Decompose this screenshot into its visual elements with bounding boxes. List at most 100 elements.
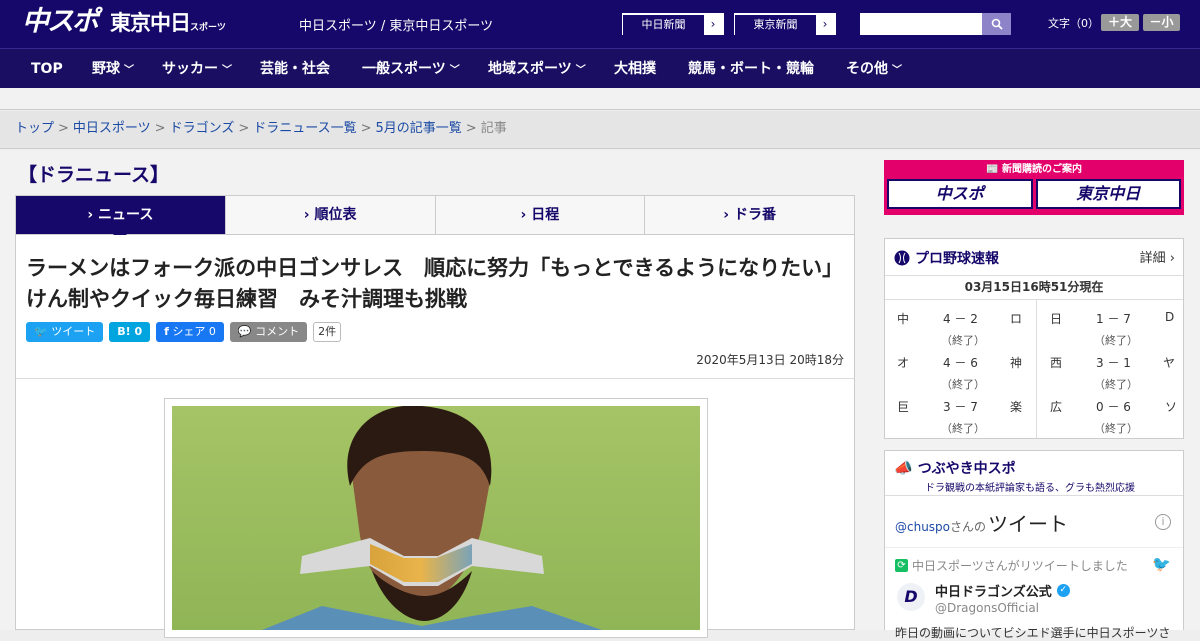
subscribe-tokyo-chunichi-button[interactable]: 東京中日 — [1035, 179, 1181, 209]
breadcrumb-top[interactable]: トップ — [15, 121, 54, 136]
nav-other[interactable]: その他 ﹀ — [846, 49, 902, 89]
breadcrumb-separator: > — [58, 121, 69, 136]
nav-baseball-label: 野球 — [92, 61, 120, 77]
tweet-account[interactable]: 中日ドラゴンズ公式 ✓ — [935, 581, 1070, 600]
hatena-icon: B! — [117, 325, 131, 338]
game-status: （終了） — [941, 378, 985, 391]
breadcrumb-dragons[interactable]: ドラゴンズ — [170, 121, 235, 136]
nav-baseball[interactable]: 野球 ﹀ — [92, 49, 134, 89]
twitter-panel-title: つぶやき中スポ — [917, 461, 1016, 477]
info-icon[interactable]: i — [1155, 514, 1171, 530]
facebook-share-count: 0 — [208, 325, 216, 338]
score: 3 － 1 — [1096, 356, 1131, 370]
tab-dora-ban[interactable]: › ドラ番 — [645, 196, 854, 234]
nav-soccer[interactable]: サッカー ﹀ — [162, 49, 232, 89]
twitter-panel-subtitle: ドラ観戦の本紙評論家も語る、グラも熱烈応援 — [925, 483, 1135, 494]
tab-dora-ban-label: ドラ番 — [733, 207, 776, 223]
score: 0 － 6 — [1096, 400, 1131, 414]
font-size-label: 文字（0） — [1048, 17, 1099, 30]
player-photo-image — [172, 406, 700, 630]
nav-entertainment[interactable]: 芸能・社会 — [260, 49, 330, 89]
breadcrumb: トップ > 中日スポーツ > ドラゴンズ > ドラニュース一覧 >5月の記事一覧 > 記事 — [0, 111, 1200, 149]
tab-standings[interactable]: › 順位表 — [226, 196, 436, 234]
sub-nav-strip — [0, 88, 1200, 110]
away-team: D — [1165, 310, 1175, 324]
away-team: 楽 — [1010, 400, 1023, 414]
hatena-bookmark-button[interactable]: B! 0 — [109, 322, 151, 342]
breadcrumb-separator: > — [238, 121, 250, 136]
home-team: 広 — [1050, 400, 1063, 414]
nav-racing[interactable]: 競馬・ボート・競輪 — [688, 49, 814, 89]
avatar[interactable]: D — [897, 583, 925, 611]
nav-top[interactable]: TOP — [31, 49, 63, 89]
tokyo-shimbun-link[interactable]: 東京新聞 › — [734, 13, 836, 35]
chevron-right-icon: › — [822, 17, 828, 31]
breadcrumb-dora-news[interactable]: ドラニュース一覧 — [253, 121, 356, 136]
nav-soccer-label: サッカー — [162, 61, 218, 77]
chuspo-logo[interactable]: 中スポ — [22, 5, 99, 39]
nav-local-sports[interactable]: 地域スポーツ ﹀ — [488, 49, 586, 89]
chevron-down-icon: ﹀ — [222, 65, 232, 76]
chevron-down-icon: ﹀ — [449, 65, 460, 76]
game-status: （終了） — [941, 422, 985, 435]
subscription-banner[interactable]: 📰 新聞購読のご案内 中スポ 東京中日 — [884, 160, 1184, 215]
breadcrumb-current: 記事 — [480, 121, 507, 136]
tokyo-logo-sub: スポーツ — [190, 23, 226, 33]
facebook-share-button[interactable]: f シェア 0 — [156, 322, 224, 342]
font-smaller-button[interactable]: －小 — [1143, 14, 1180, 31]
twitter-tweets-label: ツイート — [988, 512, 1069, 536]
subscribe-chuspo-button[interactable]: 中スポ — [887, 179, 1033, 209]
section-title: 【ドラニュース】 — [18, 164, 170, 186]
comment-count[interactable]: 2件 — [313, 322, 342, 342]
tweet-button[interactable]: 🐦 ツイート — [26, 322, 104, 342]
search-button[interactable] — [982, 13, 1011, 35]
tweet-label: ツイート — [51, 325, 96, 338]
baseball-detail-label: 詳細 — [1139, 251, 1166, 266]
score: 4 － 2 — [943, 312, 978, 326]
newspaper-icon: 📰 — [986, 164, 999, 175]
tokyo-logo-text: 東京中日 — [110, 11, 191, 35]
tab-schedule[interactable]: › 日程 — [436, 196, 646, 234]
home-team: 中 — [897, 312, 910, 326]
chevron-down-icon: ﹀ — [575, 65, 586, 76]
tokyo-chunichi-logo[interactable]: 東京中日スポーツ — [110, 9, 226, 42]
score: 4 － 6 — [943, 356, 978, 370]
twitter-handle-link[interactable]: @chuspo — [895, 520, 950, 534]
baseball-detail-link[interactable]: 詳細 › — [1140, 247, 1175, 266]
chevron-right-icon: › — [1169, 251, 1175, 266]
breadcrumb-chunichi-sports[interactable]: 中日スポーツ — [73, 121, 151, 136]
twitter-handle-suffix: さんの — [950, 520, 987, 534]
breadcrumb-may-articles[interactable]: 5月の記事一覧 — [376, 121, 462, 136]
score-divider — [1036, 300, 1037, 438]
home-team: 巨 — [897, 400, 910, 414]
tab-news[interactable]: › ニュース — [16, 196, 226, 241]
article-photo[interactable] — [164, 398, 708, 638]
game-status: （終了） — [1094, 422, 1138, 435]
tokyo-shimbun-label: 東京新聞 — [735, 15, 816, 35]
divider — [885, 547, 1183, 548]
twitter-panel-header: 📣 つぶやき中スポ — [894, 458, 1016, 478]
nav-general-sports[interactable]: 一般スポーツ ﹀ — [362, 49, 460, 89]
baseball-panel-header: プロ野球速報 — [894, 248, 999, 268]
chevron-down-icon: ﹀ — [892, 65, 902, 76]
subscription-title-text: 新聞購読のご案内 — [1001, 164, 1082, 175]
nav-sumo[interactable]: 大相撲 — [614, 49, 656, 89]
share-buttons: 🐦 ツイート B! 0 f シェア 0 💬 コメント 2件 — [26, 322, 342, 342]
font-larger-button[interactable]: ＋大 — [1101, 14, 1139, 31]
tab-news-label: ニュース — [98, 207, 154, 223]
chunichi-shimbun-label: 中日新聞 — [623, 15, 704, 35]
divider — [16, 378, 854, 379]
comment-bubble-icon: 💬 — [237, 325, 252, 338]
subscription-buttons: 中スポ 東京中日 — [887, 179, 1181, 209]
twitter-bird-icon[interactable]: 🐦 — [1152, 555, 1171, 573]
search-input[interactable] — [860, 13, 982, 35]
home-team: オ — [897, 356, 910, 370]
breadcrumb-separator: > — [360, 121, 372, 136]
twitter-timeline-header: @chuspoさんの ツイート — [895, 508, 1068, 537]
comment-button[interactable]: 💬 コメント — [229, 322, 308, 342]
top-header: 中スポ 東京中日スポーツ 中日スポーツ / 東京中日スポーツ 中日新聞 › 東京新… — [0, 0, 1200, 48]
tweet-account-handle[interactable]: @DragonsOfficial — [935, 601, 1039, 615]
tab-schedule-label: 日程 — [531, 207, 560, 223]
chunichi-shimbun-link[interactable]: 中日新聞 › — [622, 13, 724, 35]
score-grid: 中 4 － 2 ロ （終了） 日 1 － 7 D （終了） オ 4 － 6 神 … — [885, 300, 1183, 438]
